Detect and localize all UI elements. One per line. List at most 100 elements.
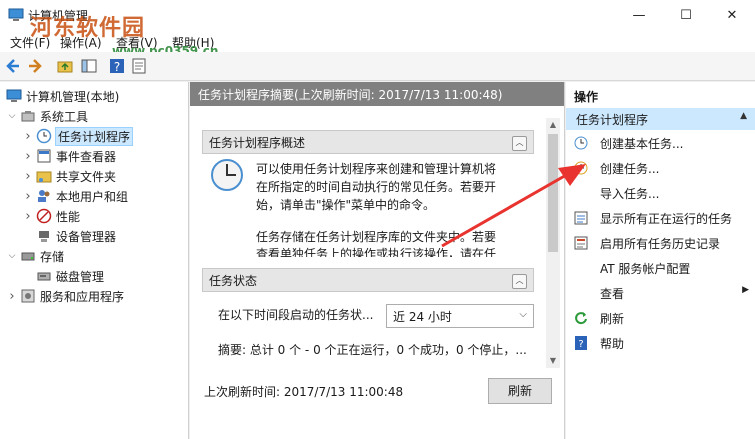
- tree-root-label: 计算机管理(本地): [26, 89, 120, 104]
- tree-item[interactable]: ⌵ 系统工具: [6, 106, 88, 126]
- help-icon: ?: [575, 336, 587, 350]
- tree-item-label: 性能: [56, 209, 81, 224]
- maximize-icon: ☐: [680, 7, 692, 23]
- action-item[interactable]: 导入任务...: [566, 182, 755, 204]
- overview-title: 任务计划程序概述: [209, 136, 306, 150]
- scroll-down-icon[interactable]: ▼: [546, 354, 560, 368]
- tree-item-label: 服务和应用程序: [40, 289, 125, 304]
- tree-item-label: 事件查看器: [56, 149, 117, 164]
- tree-item[interactable]: 磁盘管理: [22, 266, 104, 286]
- performance-icon: [36, 208, 52, 224]
- status-period-value: 近 24 小时: [393, 310, 452, 324]
- status-section-header[interactable]: 任务状态 ︿: [202, 268, 534, 292]
- refresh-icon: [575, 312, 587, 325]
- minimize-button[interactable]: —: [616, 0, 662, 30]
- summary-header-text: 任务计划程序摘要(上次刷新时间: 2017/7/13 11:00:48): [198, 88, 503, 102]
- computer-management-icon: [6, 89, 22, 102]
- watermark-logo: 河东软件园: [30, 15, 146, 41]
- action-item[interactable]: ? 帮助: [566, 332, 755, 354]
- action-item[interactable]: 启用所有任务历史记录: [566, 232, 755, 254]
- action-item-label: 刷新: [600, 312, 625, 326]
- svg-text:?: ?: [578, 339, 583, 350]
- chevron-right-icon[interactable]: ›: [22, 209, 34, 224]
- disk-icon: [37, 272, 51, 281]
- action-item[interactable]: 创建任务...: [566, 157, 755, 179]
- actions-section-header[interactable]: 任务计划程序 ▲: [566, 108, 755, 130]
- action-item[interactable]: 查看 ▶: [566, 282, 755, 304]
- clock-icon: [36, 128, 52, 144]
- actions-title: 操作: [574, 90, 599, 104]
- actions-header: 操作: [566, 86, 755, 106]
- refresh-button[interactable]: 刷新: [488, 378, 552, 404]
- show-hide-tree-icon[interactable]: [80, 57, 98, 75]
- collapse-icon[interactable]: ︿: [512, 136, 527, 151]
- chevron-down-icon[interactable]: ⌵: [6, 251, 18, 261]
- overview-line-1: 可以使用任务计划程序来创建和管理计算机将: [256, 162, 497, 176]
- chevron-right-icon[interactable]: ›: [22, 169, 34, 184]
- tree-item[interactable]: › 性能: [22, 206, 80, 226]
- overview-line-3: 始，请单击"操作"菜单中的命令。: [256, 198, 436, 212]
- tree-root[interactable]: 计算机管理(本地): [4, 86, 119, 106]
- tree-item[interactable]: 设备管理器: [22, 226, 116, 246]
- back-arrow-icon[interactable]: [4, 57, 22, 75]
- forward-arrow-icon[interactable]: [26, 57, 44, 75]
- users-icon: [38, 190, 50, 202]
- chevron-right-icon[interactable]: ›: [6, 289, 18, 304]
- action-item[interactable]: 创建基本任务...: [566, 132, 755, 154]
- chevron-down-icon[interactable]: ⌵: [6, 111, 18, 121]
- chevron-right-icon[interactable]: ›: [22, 149, 34, 164]
- event-viewer-icon: [37, 149, 51, 163]
- chevron-down-icon: ⌵: [519, 309, 527, 320]
- chevron-up-icon[interactable]: ▲: [740, 111, 747, 121]
- action-item-label: 帮助: [600, 337, 625, 351]
- tree-item-label: 设备管理器: [56, 229, 117, 244]
- services-icon: [21, 289, 35, 303]
- create-task-icon: [574, 161, 588, 175]
- action-item[interactable]: 刷新: [566, 307, 755, 329]
- computer-management-icon: [8, 8, 24, 21]
- history-icon: [574, 236, 588, 250]
- properties-icon[interactable]: [130, 57, 148, 75]
- last-refresh-time: 上次刷新时间: 2017/7/13 11:00:48: [204, 385, 404, 399]
- tree-item-label: 任务计划程序: [54, 126, 134, 146]
- help-toolbar-icon[interactable]: ?: [108, 57, 126, 75]
- tree-item[interactable]: › 共享文件夹: [22, 166, 116, 186]
- action-item[interactable]: AT 服务帐户配置: [566, 257, 755, 279]
- tree-item[interactable]: › 服务和应用程序: [6, 286, 124, 306]
- scheduler-clock-icon: [211, 159, 243, 191]
- tree-item[interactable]: › 任务计划程序: [22, 126, 134, 146]
- close-button[interactable]: ✕: [709, 0, 755, 30]
- close-icon: ✕: [726, 7, 738, 23]
- scroll-up-icon[interactable]: ▲: [546, 118, 560, 132]
- action-item[interactable]: 显示所有正在运行的任务: [566, 207, 755, 229]
- status-title: 任务状态: [209, 274, 258, 288]
- tree-item[interactable]: ⌵ 存储: [6, 246, 64, 266]
- svg-text:?: ?: [114, 60, 120, 74]
- overview-line-6: 查看单独任务上的操作或执行该操作，请在任: [256, 247, 497, 257]
- collapse-icon[interactable]: ︿: [512, 274, 527, 289]
- action-item-label: 创建基本任务...: [600, 137, 684, 151]
- actions-section-title: 任务计划程序: [576, 113, 649, 127]
- tree-item[interactable]: › 事件查看器: [22, 146, 116, 166]
- submenu-arrow-icon: ▶: [742, 285, 749, 295]
- chevron-right-icon[interactable]: ›: [22, 189, 34, 204]
- action-item-label: AT 服务帐户配置: [600, 262, 691, 276]
- tree-item-label: 本地用户和组: [56, 189, 129, 204]
- tools-icon: [21, 111, 35, 122]
- overview-section-header[interactable]: 任务计划程序概述 ︿: [202, 130, 534, 154]
- device-manager-icon: [39, 231, 49, 242]
- status-period-label: 在以下时间段启动的任务状...: [218, 308, 374, 322]
- status-period-select[interactable]: 近 24 小时 ⌵: [386, 304, 534, 328]
- minimize-icon: —: [632, 7, 646, 23]
- storage-icon: [21, 252, 35, 261]
- chevron-right-icon[interactable]: ›: [22, 129, 34, 144]
- up-folder-icon[interactable]: [56, 57, 74, 75]
- action-item-label: 查看: [600, 287, 625, 301]
- running-tasks-icon: [574, 211, 588, 225]
- tree-item[interactable]: › 本地用户和组: [22, 186, 128, 206]
- tree-item-label: 共享文件夹: [56, 169, 117, 184]
- scrollbar-thumb[interactable]: [548, 134, 558, 252]
- tree-item-label: 系统工具: [40, 109, 89, 124]
- basic-task-icon: [574, 136, 588, 150]
- maximize-button[interactable]: ☐: [663, 0, 709, 30]
